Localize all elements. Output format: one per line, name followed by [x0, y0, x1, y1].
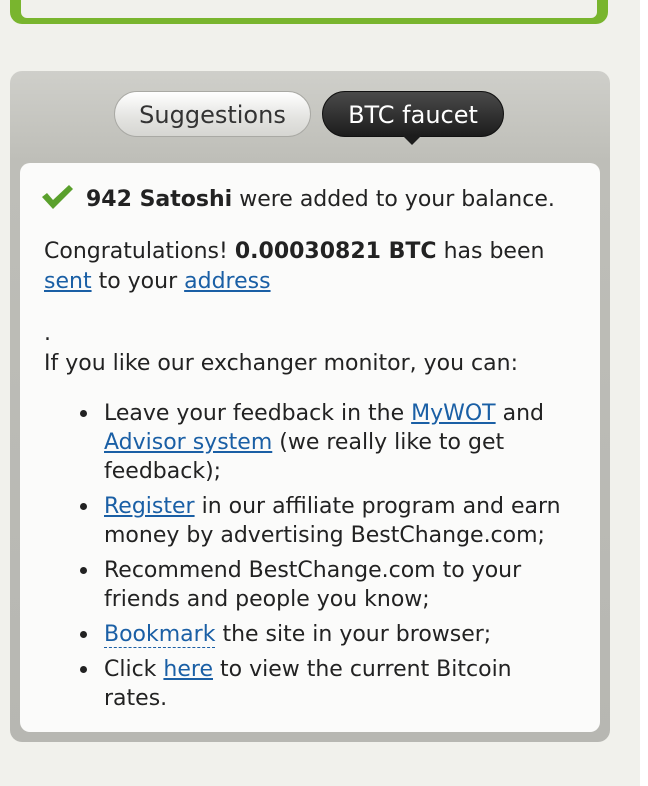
list-item: Recommend BestChange.com to your friends…	[80, 556, 574, 614]
tab-btc-faucet[interactable]: BTC faucet	[322, 91, 504, 145]
list-item: Click here to view the current Bitcoin r…	[80, 655, 574, 713]
register-link[interactable]: Register	[104, 494, 195, 519]
faucet-content: 942 Satoshi were added to your balance. …	[20, 163, 600, 732]
here-link[interactable]: here	[163, 657, 213, 682]
right-edge-strip	[640, 0, 648, 786]
bookmark-link[interactable]: Bookmark	[104, 622, 216, 648]
mywot-link[interactable]: MyWOT	[411, 401, 496, 426]
faucet-panel: Suggestions BTC faucet 942 Satoshi were …	[10, 71, 610, 742]
item-text: the site in your browser;	[222, 622, 492, 647]
btc-amount: 0.00030821 BTC	[234, 239, 437, 264]
address-link[interactable]: address	[184, 269, 270, 294]
congrats-prefix: Congratulations!	[44, 239, 228, 264]
success-message: 942 Satoshi were added to your balance.	[40, 184, 580, 219]
item-text: Leave your feedback in the	[104, 401, 405, 426]
tab-bar: Suggestions BTC faucet	[10, 91, 610, 145]
congrats-middle: has been	[443, 239, 545, 264]
list-item: Register in our affiliate program and ea…	[80, 492, 574, 550]
checkmark-icon	[40, 184, 74, 219]
separator-dot: .	[44, 321, 51, 346]
intro-text: If you like our exchanger monitor, you c…	[44, 351, 518, 376]
list-item: Bookmark the site in your browser;	[80, 620, 574, 649]
item-text: and	[502, 401, 545, 426]
suggestion-list: Leave your feedback in the MyWOT and Adv…	[80, 399, 574, 719]
congrats-mid2: to your	[98, 269, 178, 294]
congrats-message: Congratulations! 0.00030821 BTC has been…	[44, 237, 564, 297]
item-text: Recommend BestChange.com to your friends…	[104, 558, 522, 612]
satoshi-amount: 942 Satoshi	[86, 187, 233, 212]
advisor-system-link[interactable]: Advisor system	[104, 430, 272, 455]
top-green-box-inner	[21, 0, 597, 18]
tab-suggestions[interactable]: Suggestions	[114, 91, 311, 137]
list-item: Leave your feedback in the MyWOT and Adv…	[80, 399, 574, 486]
sent-link[interactable]: sent	[44, 269, 92, 294]
success-text: were added to your balance.	[239, 187, 555, 212]
item-text: Click	[104, 657, 157, 682]
top-green-box	[10, 0, 608, 24]
